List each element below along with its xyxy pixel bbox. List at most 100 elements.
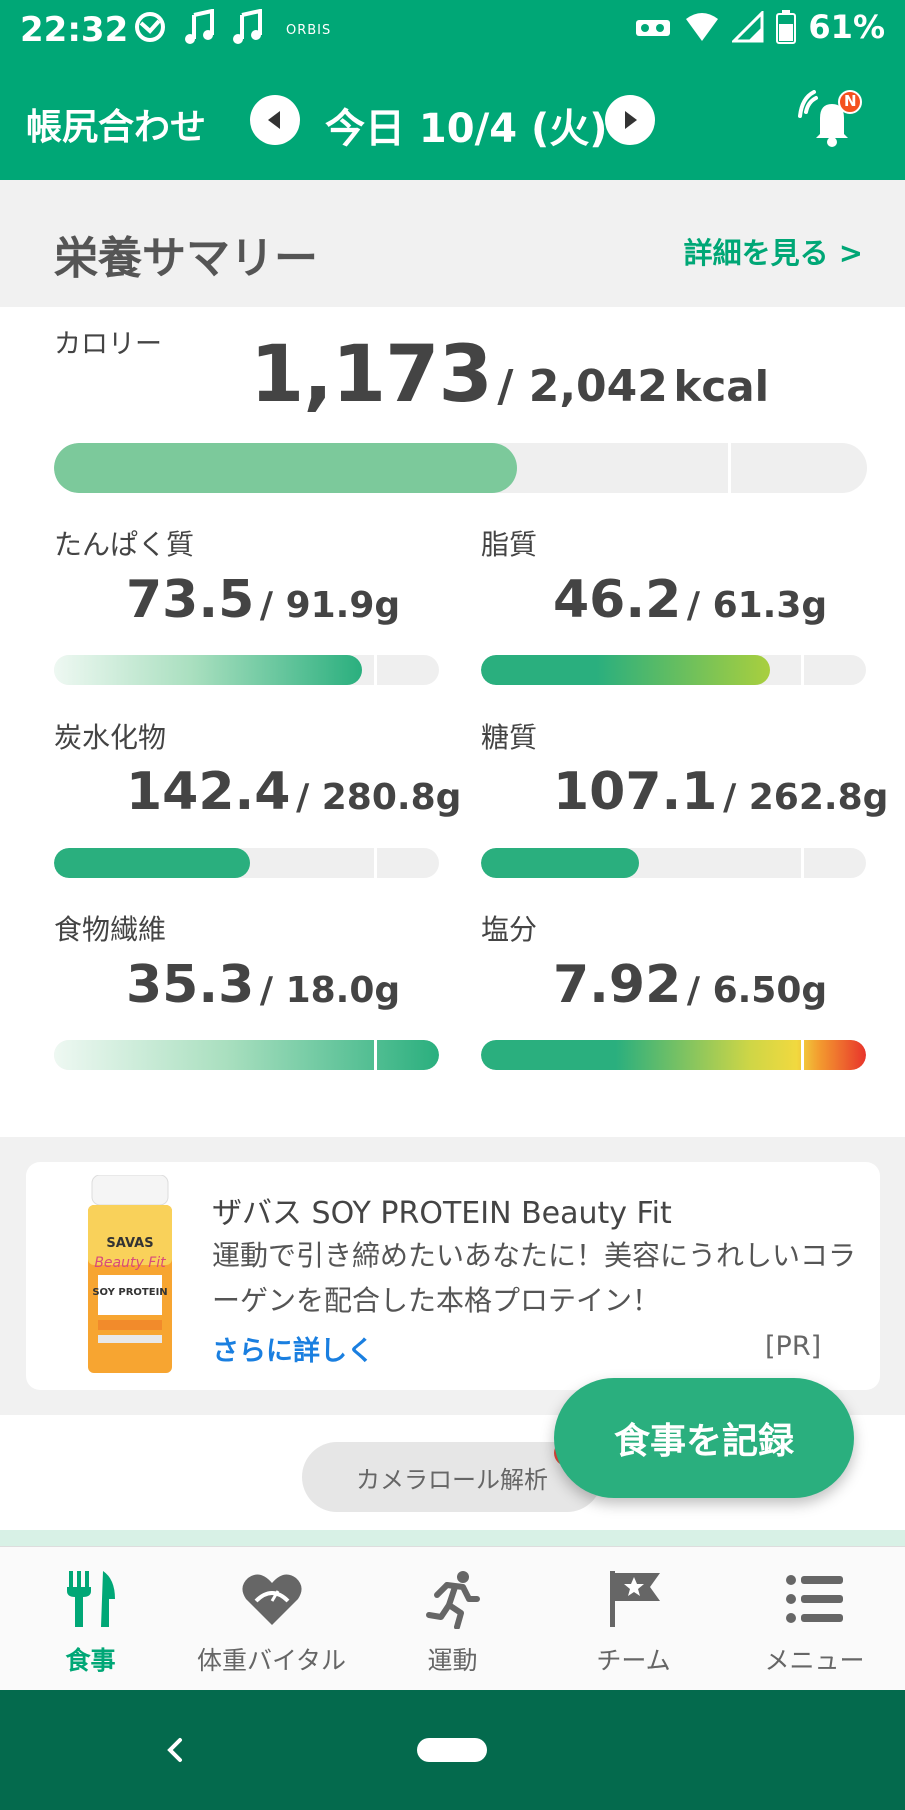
sync-app-icon xyxy=(135,12,165,42)
nutrient-target-marker xyxy=(374,848,377,878)
nutrient-value: 107.1 / 262.8g xyxy=(553,762,888,822)
music-note-icon xyxy=(185,9,214,44)
nav-meal-label: 食事 xyxy=(65,1646,116,1675)
flag-star-icon xyxy=(609,1571,660,1627)
system-home-button[interactable] xyxy=(417,1738,487,1762)
nutrient-progress-bar xyxy=(54,848,439,878)
status-system-icons: 61% xyxy=(634,8,885,46)
nutrient-progress-fill xyxy=(54,655,362,685)
nutrient-label: たんぱく質 xyxy=(54,528,195,561)
triangle-left-icon xyxy=(268,111,280,129)
nav-exercise[interactable]: 運動 xyxy=(362,1547,543,1691)
current-date[interactable]: 今日 10/4 (火) xyxy=(325,96,608,154)
nutrient-label: 塩分 xyxy=(481,913,538,946)
chevron-left-icon xyxy=(167,1738,182,1762)
product-image[interactable]: SAVAS Beauty Fit SOY PROTEIN xyxy=(80,1174,180,1375)
nutrient-intake: 142.4 xyxy=(126,762,291,822)
nutrient-intake: 46.2 xyxy=(553,570,682,630)
system-back-button[interactable] xyxy=(160,1730,190,1770)
nutrition-summary-header: 栄養サマリー 詳細を見る > xyxy=(0,180,905,307)
status-notification-icons: ORBIS xyxy=(132,9,331,45)
nutrient-target-marker xyxy=(801,1040,804,1070)
nutrient-value: 35.3 / 18.0g xyxy=(126,955,400,1015)
nutrient-progress-bar xyxy=(481,848,866,878)
ad-pr-label: [PR] xyxy=(765,1331,822,1362)
menu-list-icon xyxy=(785,1575,843,1623)
status-time: 22:32 xyxy=(20,10,129,50)
content-divider xyxy=(0,1530,905,1546)
calorie-intake: 1,173 xyxy=(250,330,493,420)
nutrient-intake: 7.92 xyxy=(553,955,682,1015)
nutrient-progress-bar xyxy=(481,1040,866,1070)
nav-exercise-label: 運動 xyxy=(427,1646,478,1675)
nutrient-target: / 262.8g xyxy=(723,777,889,818)
notification-button[interactable]: N xyxy=(798,90,868,150)
record-meal-button[interactable]: 食事を記録 xyxy=(554,1378,854,1498)
calorie-progress-bar xyxy=(54,443,867,493)
nutrient-value: 46.2 / 61.3g xyxy=(553,570,827,630)
nutrient-progress-fill xyxy=(54,1040,439,1070)
music-note-icon xyxy=(233,9,262,44)
nutrient-progress-bar xyxy=(481,655,866,685)
ad-more-link[interactable]: さらに詳しく xyxy=(212,1329,374,1368)
nutrient-target: / 6.50g xyxy=(686,970,828,1011)
previous-day-button[interactable] xyxy=(250,95,300,145)
nav-menu-label: メニュー xyxy=(764,1646,865,1675)
product-name-text: SOY PROTEIN xyxy=(92,1287,167,1298)
nutrient-value: 7.92 / 6.50g xyxy=(553,955,827,1015)
nav-team[interactable]: チーム xyxy=(543,1547,724,1691)
nutrient-target: / 61.3g xyxy=(686,585,828,626)
orbis-label: ORBIS xyxy=(286,22,332,38)
nav-menu[interactable]: メニュー xyxy=(724,1547,905,1691)
calorie-progress-fill xyxy=(54,443,518,493)
nutrient-progress-fill xyxy=(481,1040,866,1070)
running-icon xyxy=(425,1571,480,1629)
notification-badge: N xyxy=(844,92,857,110)
nutrient-target: / 91.9g xyxy=(259,585,401,626)
section-title: 栄養サマリー xyxy=(54,233,318,284)
app-title[interactable]: 帳尻合わせ xyxy=(26,98,206,150)
product-line-text: Beauty Fit xyxy=(94,1255,166,1271)
nutrient-label: 食物繊維 xyxy=(54,913,167,946)
nav-weight-vital-label: 体重バイタル xyxy=(196,1646,346,1675)
nutrient-progress-fill xyxy=(481,848,639,878)
nutrient-intake: 73.5 xyxy=(126,570,255,630)
next-day-button[interactable] xyxy=(605,95,655,145)
nutrient-target-marker xyxy=(374,1040,377,1070)
nav-weight-vital[interactable]: 体重バイタル xyxy=(181,1547,362,1691)
ad-body: 運動で引き締めたいあなたに！美容にうれしいコラーゲンを配合した本格プロテイン！ xyxy=(212,1239,857,1317)
nutrient-progress-fill xyxy=(54,848,251,878)
fork-knife-icon xyxy=(66,1571,115,1627)
ad-title: ザバス SOY PROTEIN Beauty Fit xyxy=(212,1196,672,1231)
battery-icon xyxy=(776,10,797,44)
nutrient-target: / 280.8g xyxy=(296,777,462,818)
signal-icon xyxy=(732,11,764,43)
detail-link[interactable]: 詳細を見る > xyxy=(684,230,863,272)
battery-percent: 61% xyxy=(808,8,885,46)
system-navigation-bar xyxy=(0,1690,905,1810)
product-brand-text: SAVAS xyxy=(106,1236,153,1251)
bottom-navigation: 食事 体重バイタル 運動 チーム メニュー xyxy=(0,1546,905,1690)
wifi-icon xyxy=(686,13,719,41)
nav-meal[interactable]: 食事 xyxy=(0,1547,181,1691)
nutrient-target-marker xyxy=(374,655,377,685)
nutrient-intake: 107.1 xyxy=(553,762,718,822)
nutrient-label: 糖質 xyxy=(481,721,538,754)
triangle-right-icon xyxy=(625,111,637,129)
nutrient-label: 脂質 xyxy=(481,528,538,561)
calorie-label: カロリー xyxy=(54,329,162,360)
nutrient-progress-bar xyxy=(54,1040,439,1070)
nutrient-value: 73.5 / 91.9g xyxy=(126,570,400,630)
app-bar: 帳尻合わせ 今日 10/4 (火) N xyxy=(0,60,905,180)
nutrient-target-marker xyxy=(801,655,804,685)
calorie-unit: kcal xyxy=(673,362,770,411)
nutrient-value: 142.4 / 280.8g xyxy=(126,762,461,822)
status-bar: 22:32 ORBIS 61% xyxy=(0,0,905,60)
calorie-target: / 2,042 xyxy=(497,361,668,412)
calorie-target-marker xyxy=(728,443,731,493)
heart-scale-icon xyxy=(241,1574,302,1625)
nutrient-target: / 18.0g xyxy=(259,970,401,1011)
nutrient-progress-bar xyxy=(54,655,439,685)
nav-team-label: チーム xyxy=(596,1646,671,1675)
nutrient-intake: 35.3 xyxy=(126,955,255,1015)
